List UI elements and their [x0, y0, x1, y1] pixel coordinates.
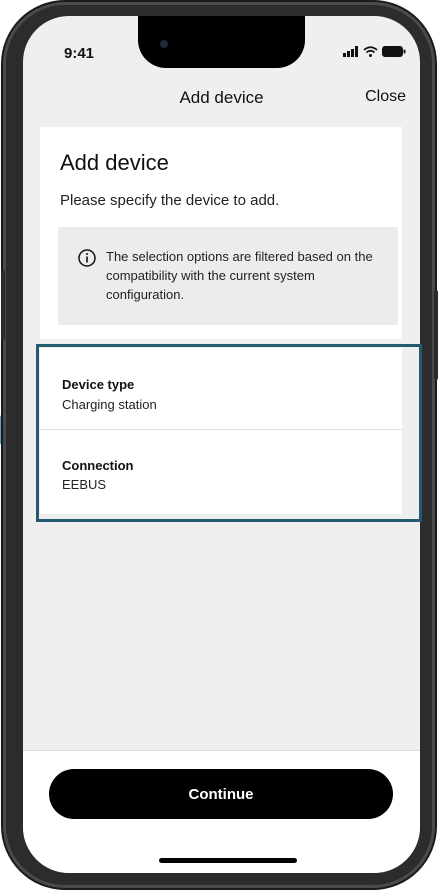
battery-icon [382, 46, 406, 57]
status-time: 9:41 [64, 45, 95, 62]
page-subtitle: Please specify the device to add. [60, 192, 280, 209]
nav-title: Add device [179, 88, 264, 107]
page-title: Add device [60, 150, 169, 175]
close-button[interactable]: Close [365, 88, 406, 106]
continue-button[interactable]: Continue [49, 769, 393, 819]
footer: Continue [23, 750, 420, 873]
volume-button [1, 270, 5, 340]
home-indicator[interactable] [159, 858, 297, 863]
highlight-frame [36, 344, 422, 522]
status-icons [343, 46, 406, 57]
signal-icon [343, 46, 358, 57]
power-button [434, 290, 438, 380]
camera-icon [160, 40, 168, 48]
intro-card: Add device Please specify the device to … [40, 127, 402, 339]
info-text: The selection options are filtered based… [106, 249, 373, 302]
info-box: The selection options are filtered based… [58, 227, 398, 325]
info-icon [78, 249, 96, 267]
wifi-icon [363, 46, 378, 57]
